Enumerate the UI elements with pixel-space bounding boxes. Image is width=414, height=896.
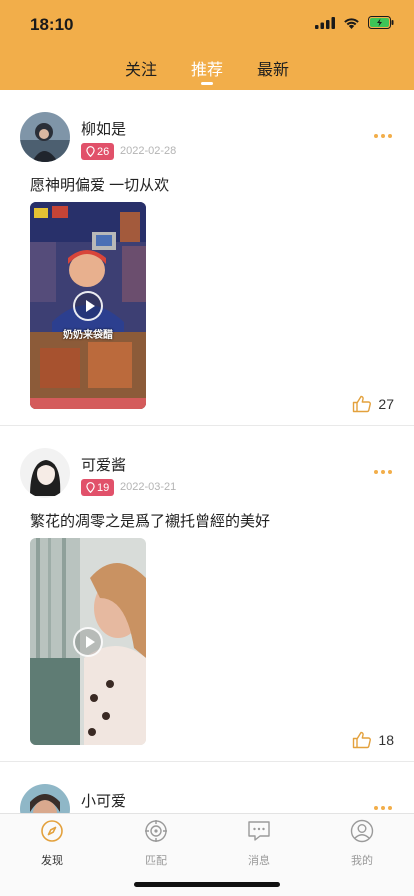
more-options-icon[interactable]: [374, 806, 392, 810]
nav-discover[interactable]: 发现: [22, 819, 82, 868]
avatar[interactable]: [20, 112, 70, 162]
tab-recommend-label: 推荐: [190, 62, 223, 79]
username[interactable]: 小可爱: [81, 790, 126, 811]
tab-follow[interactable]: 关注: [125, 56, 157, 80]
tab-recommend[interactable]: 推荐: [190, 56, 223, 85]
post-caption: 繁花的凋零之是爲了襯托曾經的美好: [30, 513, 271, 530]
play-icon: [73, 290, 103, 321]
nav-messages-label: 消息: [248, 855, 270, 867]
home-indicator: [134, 882, 280, 887]
nav-profile[interactable]: 我的: [332, 819, 392, 868]
level-value: 26: [97, 145, 110, 158]
top-tabs: 关注 推荐 最新: [0, 56, 414, 85]
more-options-icon[interactable]: [374, 134, 392, 138]
target-icon: [145, 820, 167, 842]
more-options-icon[interactable]: [374, 470, 392, 474]
play-icon: [73, 626, 103, 657]
location-pin-icon: [86, 482, 95, 493]
post-date: 2022-02-28: [120, 145, 177, 157]
nav-match-label: 匹配: [145, 855, 167, 867]
video-thumbnail[interactable]: [30, 538, 146, 745]
wifi-icon: [344, 17, 359, 29]
post-item: 小可爱: [0, 762, 414, 813]
post-item: 柳如是 26 2022-02-28 愿神明偏爱 一切从欢 奶奶来袋醋 27: [0, 90, 414, 426]
profile-icon: [350, 819, 374, 843]
post-date: 2022-03-21: [120, 481, 177, 493]
location-pin-icon: [86, 146, 95, 157]
like-button[interactable]: 18: [352, 731, 394, 749]
username[interactable]: 柳如是: [81, 118, 126, 139]
compass-icon: [41, 820, 63, 842]
nav-discover-label: 发现: [41, 855, 63, 867]
feed-list[interactable]: 柳如是 26 2022-02-28 愿神明偏爱 一切从欢 奶奶来袋醋 27 可爱…: [0, 90, 414, 813]
video-overlay-text: 奶奶来袋醋: [63, 330, 113, 341]
like-count: 27: [378, 396, 394, 412]
avatar[interactable]: [20, 784, 70, 813]
tab-latest[interactable]: 最新: [257, 56, 289, 80]
nav-profile-label: 我的: [351, 855, 373, 867]
level-value: 19: [97, 481, 110, 494]
thumbs-up-icon: [353, 731, 372, 749]
like-count: 18: [378, 732, 394, 748]
signal-icon: [315, 16, 335, 29]
active-tab-indicator: [200, 82, 213, 85]
level-badge: 19: [81, 479, 115, 496]
like-button[interactable]: 27: [352, 395, 394, 413]
status-time: 18:10: [30, 15, 74, 34]
chat-icon: [248, 821, 270, 841]
post-caption: 愿神明偏爱 一切从欢: [30, 177, 170, 194]
username[interactable]: 可爱酱: [81, 454, 126, 475]
nav-messages[interactable]: 消息: [229, 819, 289, 868]
thumbs-up-icon: [353, 395, 372, 413]
nav-match[interactable]: 匹配: [126, 819, 186, 868]
top-header: 18:10 关注 推荐 最新: [0, 0, 414, 90]
post-item: 可爱酱 19 2022-03-21 繁花的凋零之是爲了襯托曾經的美好 18: [0, 426, 414, 762]
level-badge: 26: [81, 143, 115, 160]
avatar[interactable]: [20, 448, 70, 498]
status-icons: [315, 16, 394, 29]
battery-icon: [368, 16, 394, 29]
video-thumbnail[interactable]: 奶奶来袋醋: [30, 202, 146, 409]
